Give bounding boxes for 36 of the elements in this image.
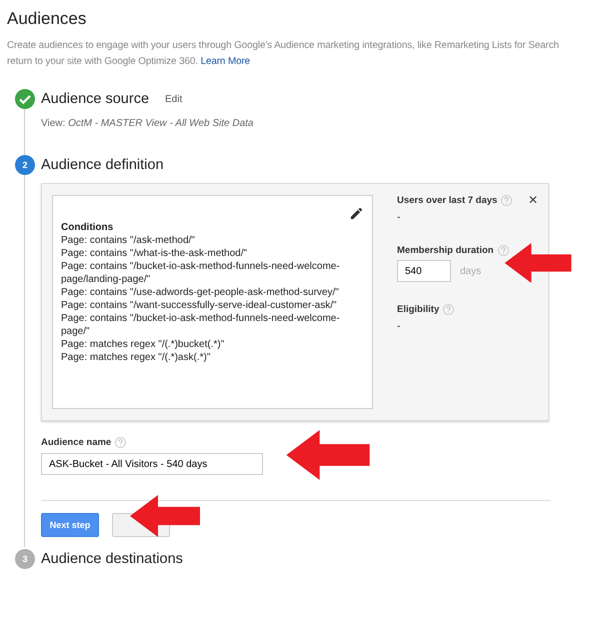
view-text: View: OctM - MASTER View - All Web Site Data: [41, 118, 254, 129]
condition-text: Page: matches regex "/(.*)bucket(.*)": [61, 338, 226, 351]
eligibility-label: Eligibility: [397, 304, 440, 315]
step-title: Audience source: [41, 91, 150, 107]
audience-name-field[interactable]: ASK-Bucket - All Visitors - 540 days: [41, 453, 263, 475]
step-number: 2: [15, 155, 35, 175]
condition-text: Page: contains "/bucket-io-ask-method-funnels-need-welcome-page/": [61, 312, 341, 338]
page-title: Audiences: [7, 9, 86, 29]
check-icon: [15, 89, 35, 109]
arrow-icon: [503, 243, 573, 283]
help-icon[interactable]: [443, 304, 454, 315]
users-value: -: [397, 212, 402, 223]
users-label: Users over last 7 days: [397, 195, 498, 206]
step-title: Audience definition: [41, 157, 164, 173]
condition-text: Page: contains "/use-adwords-get-people-ask-method-survey/": [61, 286, 340, 299]
description-text: return to your site with Google Optimize 360.: [7, 56, 198, 67]
learn-more-link[interactable]: Learn More: [200, 56, 250, 67]
help-icon[interactable]: [115, 437, 126, 448]
description-text: Create audiences to engage with your users through Google's Audience marketing integrations, like Remarketing Lists for Search: [7, 39, 559, 53]
duration-field[interactable]: 540: [397, 260, 451, 282]
edit-link[interactable]: Edit: [165, 94, 182, 104]
condition-text: Page: contains "/ask-method/": [61, 234, 196, 247]
step-title: Audience destinations: [41, 551, 183, 567]
help-icon[interactable]: [498, 245, 509, 256]
help-icon[interactable]: [501, 195, 512, 206]
days-unit: days: [460, 266, 482, 276]
condition-text: Page: contains "/bucket-io-ask-method-funnels-need-welcome-page/landing-page/": [61, 260, 341, 286]
step-number: 3: [15, 549, 35, 569]
condition-text: Page: matches regex "/(.*)ask(.*)": [61, 351, 212, 364]
condition-text: Page: contains "/what-is-the-ask-method/": [61, 247, 248, 260]
audience-name-label: Audience name: [41, 437, 112, 448]
duration-label: Membership duration: [397, 245, 494, 256]
conditions-title: Conditions: [61, 221, 114, 234]
eligibility-value: -: [397, 321, 402, 332]
pencil-icon[interactable]: [349, 206, 364, 221]
condition-text: Page: contains "/want-successfully-serve-ideal-customer-ask/": [61, 299, 338, 312]
